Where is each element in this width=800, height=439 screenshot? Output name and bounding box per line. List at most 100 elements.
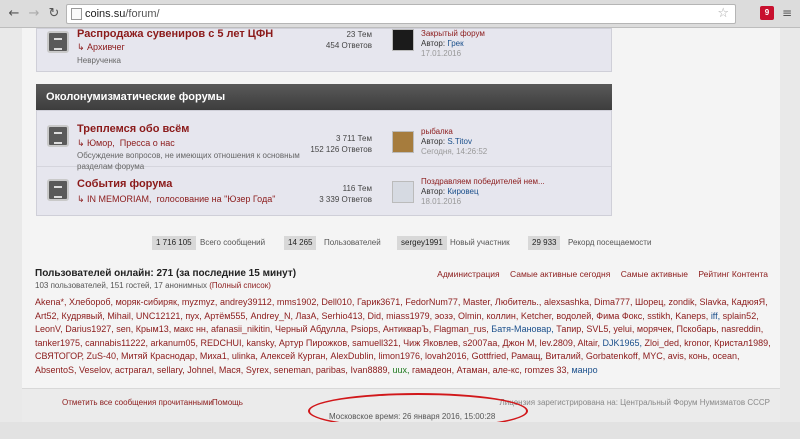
last-post-author[interactable]: Грек xyxy=(447,39,463,48)
online-user-link[interactable]: Serhio413, xyxy=(321,311,365,321)
online-user-link[interactable]: mms1902, xyxy=(277,297,319,307)
online-user-link[interactable]: Ivan8889, xyxy=(350,365,390,375)
online-user-link[interactable]: Dell010, xyxy=(321,297,354,307)
online-user-link[interactable]: моряк-сибиряк, xyxy=(116,297,180,307)
online-user-link[interactable]: Psiops, xyxy=(351,324,381,334)
online-user-link[interactable]: Пскобарь, xyxy=(677,324,719,334)
help-link[interactable]: Помощь xyxy=(212,398,243,407)
avatar[interactable] xyxy=(392,181,414,203)
online-user-link[interactable]: afanasii_nikitin, xyxy=(211,324,273,334)
online-user-link[interactable]: манро xyxy=(571,365,597,375)
back-arrow-icon[interactable]: ← xyxy=(6,6,22,22)
online-user-link[interactable]: Шорец, xyxy=(635,297,666,307)
most-active-link[interactable]: Самые активные xyxy=(621,269,688,279)
online-user-link[interactable]: tanker1975, xyxy=(35,338,83,348)
online-user-link[interactable]: ocean, xyxy=(713,351,740,361)
online-user-link[interactable]: гамадеон, xyxy=(412,365,454,375)
online-user-link[interactable]: водолей, xyxy=(556,311,593,321)
online-user-link[interactable]: splain52, xyxy=(723,311,759,321)
online-user-link[interactable]: Виталий, xyxy=(545,351,583,361)
online-user-link[interactable]: sellary, xyxy=(157,365,185,375)
online-user-link[interactable]: Johnel, xyxy=(187,365,216,375)
online-user-link[interactable]: ЛазА, xyxy=(296,311,319,321)
online-user-link[interactable]: lovah2016, xyxy=(425,351,469,361)
online-user-link[interactable]: Altair, xyxy=(577,338,600,348)
online-user-link[interactable]: АнтикварЪ, xyxy=(383,324,431,334)
online-user-link[interactable]: Master, xyxy=(463,297,493,307)
online-user-link[interactable]: sstikh, xyxy=(647,311,673,321)
online-user-link[interactable]: Slavka, xyxy=(700,297,730,307)
online-user-link[interactable]: SVL5, xyxy=(586,324,611,334)
online-user-link[interactable]: макс нн, xyxy=(174,324,209,334)
online-user-link[interactable]: seneman, xyxy=(274,365,314,375)
online-user-link[interactable]: Тапир, xyxy=(556,324,584,334)
online-user-link[interactable]: коллин, xyxy=(486,311,518,321)
last-post-title[interactable]: Закрытый форум xyxy=(421,29,611,39)
online-user-link[interactable]: miass1979, xyxy=(386,311,432,321)
avatar[interactable] xyxy=(392,131,414,153)
online-user-link[interactable]: kansky, xyxy=(247,338,277,348)
subforum-link[interactable]: Архивчег xyxy=(87,42,125,52)
online-user-link[interactable]: Darius1927, xyxy=(65,324,114,334)
online-user-link[interactable]: ulinka, xyxy=(232,351,258,361)
online-user-link[interactable]: paribas, xyxy=(316,365,348,375)
online-user-link[interactable]: Черный Абдулла, xyxy=(275,324,348,334)
subforum-link[interactable]: Юмор, xyxy=(87,138,115,148)
full-list-link[interactable]: (Полный список) xyxy=(209,281,271,290)
online-user-link[interactable]: Olmin, xyxy=(458,311,484,321)
online-user-link[interactable]: Art52, xyxy=(35,311,59,321)
online-user-link[interactable]: Ketcher, xyxy=(521,311,554,321)
online-user-link[interactable]: AlexDublin, xyxy=(330,351,376,361)
online-user-link[interactable]: avis, xyxy=(668,351,687,361)
extension-badge-icon[interactable]: 9 xyxy=(760,6,774,20)
online-user-link[interactable]: Рамащ, xyxy=(511,351,543,361)
newest-member-value[interactable]: sergey1991 xyxy=(397,236,447,250)
online-user-link[interactable]: Крым13, xyxy=(136,324,171,334)
online-user-link[interactable]: lev.2809, xyxy=(540,338,576,348)
online-user-link[interactable]: uux, xyxy=(393,365,410,375)
online-user-link[interactable]: Гарик3671, xyxy=(357,297,403,307)
forward-arrow-icon[interactable]: → xyxy=(26,6,42,22)
category-header[interactable]: Околонумизматические форумы xyxy=(36,84,612,110)
online-user-link[interactable]: myzmyz, xyxy=(182,297,218,307)
online-user-link[interactable]: Кристал1989, xyxy=(714,338,771,348)
online-user-link[interactable]: Миха1, xyxy=(200,351,229,361)
online-user-link[interactable]: yelui, xyxy=(613,324,634,334)
subforum-link[interactable]: Пресса о нас xyxy=(120,138,175,148)
online-user-link[interactable]: Джон М, xyxy=(502,338,537,348)
online-user-link[interactable]: Andrey_N, xyxy=(250,311,293,321)
last-post-author[interactable]: S.Titov xyxy=(447,137,472,146)
online-user-link[interactable]: cannabis11222, xyxy=(85,338,148,348)
online-user-link[interactable]: Did, xyxy=(368,311,384,321)
online-user-link[interactable]: морячек, xyxy=(637,324,674,334)
forum-title[interactable]: Распродажа сувениров с 5 лет ЦФН xyxy=(77,28,273,40)
avatar[interactable] xyxy=(392,29,414,51)
bookmark-star-icon[interactable]: ☆ xyxy=(717,5,729,23)
online-user-link[interactable]: Мася, xyxy=(219,365,243,375)
online-user-link[interactable]: астрагал, xyxy=(115,365,154,375)
subforum-link[interactable]: голосование на "Юзер Года" xyxy=(157,194,276,204)
most-active-today-link[interactable]: Самые активные сегодня xyxy=(510,269,610,279)
online-user-link[interactable]: Артур Пирожков, xyxy=(279,338,350,348)
online-user-link[interactable]: СВЯТОГОР, xyxy=(35,351,84,361)
online-user-link[interactable]: Любитель., xyxy=(495,297,542,307)
online-user-link[interactable]: Хлебороб, xyxy=(69,297,113,307)
content-rating-link[interactable]: Рейтинг Контента xyxy=(698,269,768,279)
online-user-link[interactable]: andrey39112, xyxy=(220,297,274,307)
last-post-title[interactable]: рыбалка xyxy=(421,127,611,137)
online-user-link[interactable]: КадюяЯ, xyxy=(732,297,768,307)
reload-icon[interactable]: ↻ xyxy=(46,6,62,22)
online-user-link[interactable]: s2007aa, xyxy=(463,338,500,348)
online-user-link[interactable]: Veselov, xyxy=(79,365,112,375)
forum-title[interactable]: Треплемся обо всём xyxy=(77,123,189,135)
online-user-link[interactable]: FedorNum77, xyxy=(405,297,460,307)
online-user-link[interactable]: эозэ, xyxy=(435,311,456,321)
forum-title[interactable]: События форума xyxy=(77,178,172,190)
online-user-link[interactable]: Kaneps, xyxy=(675,311,708,321)
online-user-link[interactable]: limon1976, xyxy=(378,351,422,361)
online-user-link[interactable]: Gorbatenkoff, xyxy=(586,351,640,361)
online-user-link[interactable]: iff, xyxy=(711,311,720,321)
online-user-link[interactable]: AbsentoS, xyxy=(35,365,77,375)
online-user-link[interactable]: arkanum05, xyxy=(150,338,198,348)
subforum-link[interactable]: IN MEMORIAM, xyxy=(87,194,152,204)
